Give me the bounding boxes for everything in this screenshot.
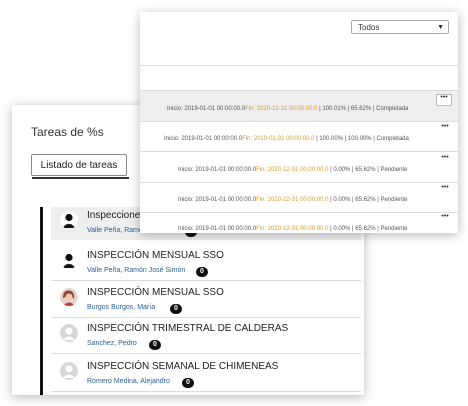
task-title: Inspecciones bbox=[87, 210, 146, 221]
male-avatar-icon bbox=[60, 251, 78, 269]
instance-row[interactable]: Inicio: 2019-01-01 00:00:00.0Fin: 2020-1… bbox=[140, 211, 458, 241]
task-assignee[interactable]: Romero Medina, Alejandro bbox=[87, 378, 170, 385]
avatar bbox=[60, 251, 78, 269]
instance-row[interactable]: Inicio: 2019-01-01 00:00:00.0Fin: 2019-0… bbox=[140, 121, 458, 152]
row-menu-button[interactable]: ••• bbox=[438, 123, 452, 134]
instance-start: Inicio: 2019-01-01 00:00:00.0 bbox=[164, 136, 243, 142]
count-badge: 0 bbox=[149, 340, 161, 350]
chevron-down-icon: ▼ bbox=[437, 24, 444, 31]
task-list-button[interactable]: Listado de tareas bbox=[31, 154, 127, 176]
row-menu-button[interactable]: ••• bbox=[438, 154, 452, 165]
instance-stats: | 100.00% | 100.00% | Completada bbox=[314, 136, 409, 142]
count-badge: 0 bbox=[196, 267, 208, 277]
status-filter-select[interactable]: Todos ▼ bbox=[351, 20, 449, 34]
count-badge: 0 bbox=[182, 378, 194, 388]
female-avatar-icon bbox=[60, 288, 78, 306]
instance-end: Fin: 2020-12-31 00:00:00.0 bbox=[256, 197, 329, 203]
instance-end: Fin: 2020-12-31 00:00:00.0 bbox=[256, 226, 329, 232]
instance-stats: | 0.00% | 65.62% | Pendiente bbox=[328, 167, 408, 173]
avatar bbox=[60, 362, 78, 380]
count-badge: 0 bbox=[170, 304, 182, 314]
instance-stats: | 0.00% | 65.62% | Pendiente bbox=[328, 226, 408, 232]
instance-end: Fin: 2019-01-31 00:00:00.0 bbox=[242, 136, 315, 142]
task-list-button-underline bbox=[32, 177, 129, 179]
instance-start: Inicio: 2019-01-01 00:00:00.0 bbox=[178, 197, 257, 203]
task-assignee[interactable]: Burgos Burgos, María bbox=[87, 304, 155, 311]
instance-info: Inicio: 2019-01-01 00:00:00.0Fin: 2020-1… bbox=[178, 226, 408, 232]
instance-start: Inicio: 2019-01-01 00:00:00.0 bbox=[178, 226, 257, 232]
row-menu-button[interactable]: ••• bbox=[436, 94, 452, 106]
instance-info: Inicio: 2019-01-01 00:00:00.0Fin: 2019-0… bbox=[164, 136, 409, 142]
avatar bbox=[60, 288, 78, 306]
task-item[interactable]: INSPECCIÓN MENSUAL SSO Burgos Burgos, Ma… bbox=[51, 284, 361, 318]
instance-info: Inicio: 2019-01-01 00:00:00.0Fin: 2020-1… bbox=[178, 197, 408, 203]
task-title: INSPECCIÓN MENSUAL SSO bbox=[87, 287, 224, 298]
divider bbox=[140, 65, 458, 66]
row-menu-button[interactable]: ••• bbox=[438, 184, 452, 195]
instance-row[interactable]: Inicio: 2019-01-01 00:00:00.0Fin: 2020-1… bbox=[140, 90, 458, 122]
status-filter-value: Todos bbox=[358, 23, 380, 32]
task-instances-window: Todos ▼ Inicio: 2019-01-01 00:00:00.0Fin… bbox=[140, 12, 458, 233]
male-avatar-icon bbox=[60, 211, 78, 229]
task-assignee[interactable]: Valle Peña, Ramón José Simón bbox=[87, 267, 185, 274]
instance-row[interactable]: Inicio: 2019-01-01 00:00:00.0Fin: 2020-1… bbox=[140, 152, 458, 183]
task-assignee[interactable]: Sanchez, Pedro bbox=[87, 340, 137, 347]
page-title: Tareas de %s bbox=[31, 125, 104, 139]
instance-start: Inicio: 2019-01-01 00:00:00.0 bbox=[178, 167, 257, 173]
instance-start: Inicio: 2019-01-01 00:00:00.0 bbox=[167, 106, 246, 112]
instance-stats: | 0.00% | 65.62% | Pendiente bbox=[328, 197, 408, 203]
instance-end: Fin: 2020-12-31 00:00:00.0 bbox=[245, 106, 318, 112]
task-item[interactable]: INSPECCIÓN TRIMESTRAL DE CALDERAS Sanche… bbox=[51, 320, 361, 354]
row-menu-button[interactable]: ••• bbox=[438, 213, 452, 224]
avatar bbox=[60, 211, 78, 229]
instance-info: Inicio: 2019-01-01 00:00:00.0Fin: 2020-1… bbox=[178, 167, 408, 173]
instance-stats: | 100.01% | 65.62% | Completada bbox=[317, 106, 409, 112]
default-person-icon bbox=[60, 362, 78, 380]
instance-end: Fin: 2020-12-31 00:00:00.0 bbox=[256, 167, 329, 173]
task-title: INSPECCIÓN MENSUAL SSO bbox=[87, 250, 224, 261]
default-person-icon bbox=[60, 324, 78, 342]
instance-row[interactable]: Inicio: 2019-01-01 00:00:00.0Fin: 2020-1… bbox=[140, 182, 458, 213]
avatar bbox=[60, 324, 78, 342]
task-title: INSPECCIÓN TRIMESTRAL DE CALDERAS bbox=[87, 323, 289, 334]
task-title: INSPECCIÓN SEMANAL DE CHIMENEAS bbox=[87, 361, 279, 372]
task-item[interactable]: INSPECCIÓN SEMANAL DE CHIMENEAS Romero M… bbox=[51, 358, 361, 392]
task-item[interactable]: INSPECCIÓN MENSUAL SSO Valle Peña, Ramón… bbox=[51, 247, 361, 281]
instance-info: Inicio: 2019-01-01 00:00:00.0Fin: 2020-1… bbox=[167, 106, 409, 112]
